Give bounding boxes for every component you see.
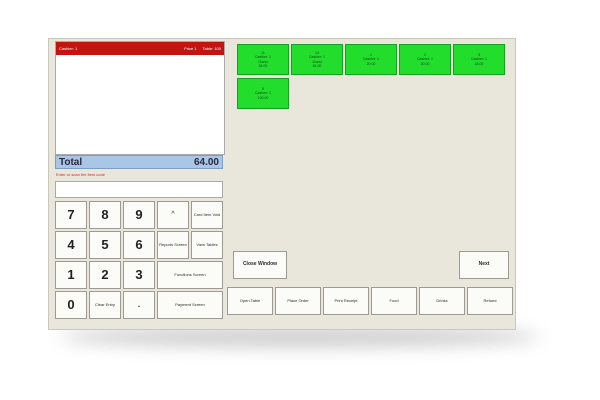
cashier-label: Cashier: 1 <box>59 46 78 51</box>
table-tile[interactable]: 3 Cashier: 1 18.00 <box>453 44 505 75</box>
table-amount: 100.00 <box>257 95 269 100</box>
key-0[interactable]: 0 <box>55 291 87 319</box>
total-bar: Total 64.00 <box>55 155 223 169</box>
key-1[interactable]: 1 <box>55 261 87 289</box>
pos-window: Cashier: 1 Price 1 Table: 100 Total 64.0… <box>48 38 516 330</box>
key-9[interactable]: 9 <box>123 201 155 229</box>
clear-entry-button[interactable]: Clear Entry <box>89 291 121 319</box>
view-tables-button[interactable]: View Tables <box>191 231 223 259</box>
payment-screen-button[interactable]: Payment Screen <box>157 291 223 319</box>
key-6[interactable]: 6 <box>123 231 155 259</box>
caret-key[interactable]: ^ <box>157 201 189 229</box>
table-label: Table: 100 <box>202 46 221 51</box>
key-5[interactable]: 5 <box>89 231 121 259</box>
print-receipt-button[interactable]: Print Receipt <box>323 287 369 315</box>
refund-button[interactable]: Refund <box>467 287 513 315</box>
table-amount: 64.00 <box>312 63 322 68</box>
next-button[interactable]: Next <box>459 251 509 279</box>
tables-area: 11 Cashier: 1 Guest 34.00 14 Cashier: 1 … <box>233 41 513 285</box>
item-code-input[interactable] <box>55 181 223 198</box>
item-code-hint: Enter or scan the item code <box>56 172 105 177</box>
decimal-key[interactable]: . <box>123 291 155 319</box>
receipt-header: Cashier: 1 Price 1 Table: 100 <box>56 42 224 55</box>
functions-screen-button[interactable]: Functions Screen <box>157 261 223 289</box>
table-amount: 30.00 <box>420 61 430 66</box>
table-amount: 18.00 <box>474 61 484 66</box>
drinks-button[interactable]: Drinks <box>419 287 465 315</box>
key-3[interactable]: 3 <box>123 261 155 289</box>
table-tile[interactable]: 2 Cashier: 1 30.00 <box>399 44 451 75</box>
table-amount: 34.00 <box>258 63 268 68</box>
reports-screen-button[interactable]: Reports Screen <box>157 231 189 259</box>
card-item-void-button[interactable]: Card Item Void <box>191 201 223 229</box>
key-8[interactable]: 8 <box>89 201 121 229</box>
table-tile[interactable]: 14 Cashier: 1 Guest 64.00 <box>291 44 343 75</box>
key-4[interactable]: 4 <box>55 231 87 259</box>
price-level-label: Price 1 <box>184 46 197 51</box>
place-order-button[interactable]: Place Order <box>275 287 321 315</box>
food-button[interactable]: Food <box>371 287 417 315</box>
table-tile[interactable]: 11 Cashier: 1 Guest 34.00 <box>237 44 289 75</box>
receipt-panel: Cashier: 1 Price 1 Table: 100 <box>55 41 225 155</box>
open-table-button[interactable]: Open Table <box>227 287 273 315</box>
key-7[interactable]: 7 <box>55 201 87 229</box>
total-label: Total <box>59 156 83 168</box>
table-tile[interactable]: 8 Cashier: 1 100.00 <box>237 78 289 109</box>
table-amount: 20.00 <box>366 61 376 66</box>
close-window-button[interactable]: Close Window <box>233 251 287 279</box>
table-tile[interactable]: 1 Cashier: 1 20.00 <box>345 44 397 75</box>
total-amount: 64.00 <box>193 156 219 168</box>
key-2[interactable]: 2 <box>89 261 121 289</box>
